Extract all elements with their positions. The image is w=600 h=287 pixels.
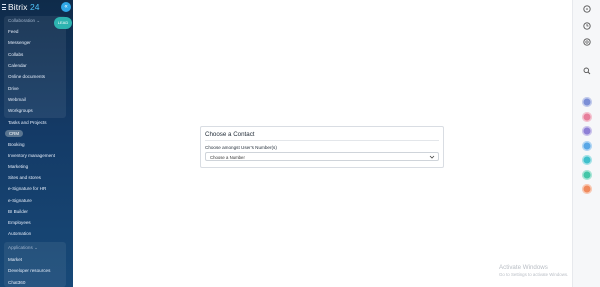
windows-activation-watermark: Activate Windows Go to Settings to activ… xyxy=(499,264,568,277)
sidebar-item[interactable]: Inventory management xyxy=(8,153,55,158)
sidebar-item[interactable]: Chat360 xyxy=(8,280,25,285)
lead-tab[interactable]: LEAD xyxy=(54,17,72,29)
watermark-title: Activate Windows xyxy=(499,264,548,271)
avatar-3[interactable] xyxy=(582,126,592,136)
card-title: Choose a Contact xyxy=(205,131,255,138)
card-divider xyxy=(205,140,439,141)
brand-name: Bitrix xyxy=(8,2,28,12)
sidebar-item-crm[interactable]: CRM xyxy=(5,130,23,137)
brand-logo[interactable]: Bitrix 24 xyxy=(8,2,40,12)
sidebar-item[interactable]: Messenger xyxy=(8,40,31,45)
sidebar-item[interactable]: Marketing xyxy=(8,164,28,169)
brand-version: 24 xyxy=(29,2,40,12)
sidebar-item[interactable]: Sites and stores xyxy=(8,175,41,180)
sidebar-item[interactable]: Drive xyxy=(8,86,19,91)
chevron-down-icon xyxy=(429,155,435,159)
sidebar-item[interactable]: Feed xyxy=(8,29,18,34)
number-select[interactable]: Choose a Number xyxy=(205,152,439,161)
left-sidebar: Bitrix 24 Collaboration ⌄ Feed Messenger C… xyxy=(0,0,73,287)
sidebar-item[interactable]: Employees xyxy=(8,220,31,225)
sidebar-item[interactable]: Calendar xyxy=(8,63,27,68)
sidebar-item[interactable]: Workgroups xyxy=(8,108,33,113)
number-select-value: Choose a Number xyxy=(210,154,245,160)
sidebar-item[interactable]: Online documents xyxy=(8,74,45,79)
avatar-6[interactable] xyxy=(582,169,592,180)
menu-icon[interactable] xyxy=(2,4,6,10)
sidebar-item[interactable]: e-Signature xyxy=(8,198,32,203)
applications-label[interactable]: Applications ⌄ xyxy=(8,245,38,251)
watermark-subtitle: Go to Settings to activate Windows. xyxy=(499,272,569,277)
sidebar-item[interactable]: Developer resources xyxy=(8,268,50,273)
avatar-1[interactable] xyxy=(582,97,592,107)
avatar-5[interactable] xyxy=(582,155,592,165)
search-icon[interactable] xyxy=(582,66,592,76)
sidebar-item[interactable]: BI Builder xyxy=(8,209,28,214)
clock-icon[interactable] xyxy=(582,21,592,31)
collapse-sidebar-button[interactable]: « xyxy=(61,2,71,12)
chevron-left-icon: « xyxy=(64,4,68,10)
chat-icon[interactable] xyxy=(582,37,592,47)
sidebar-item[interactable]: Webmail xyxy=(8,97,26,102)
sidebar-item[interactable]: Market xyxy=(8,257,22,262)
avatar-2[interactable] xyxy=(582,111,592,122)
right-toolbar xyxy=(572,0,600,287)
number-field-label: Choose amongst User's Number(s) xyxy=(205,145,277,150)
contact-chooser-card: Choose a Contact Choose amongst User's N… xyxy=(200,126,444,168)
sidebar-item[interactable]: Collabs xyxy=(8,52,23,57)
sidebar-item[interactable]: Booking xyxy=(8,142,25,147)
sidebar-item[interactable]: Tasks and Projects xyxy=(8,120,47,125)
avatar-4[interactable] xyxy=(582,140,592,151)
sidebar-item[interactable]: Automation xyxy=(8,231,31,236)
sidebar-item[interactable]: e-Signature for HR xyxy=(8,186,46,191)
avatar-7[interactable] xyxy=(582,184,592,194)
help-icon[interactable] xyxy=(582,4,592,14)
collaboration-label[interactable]: Collaboration ⌄ xyxy=(8,18,40,24)
